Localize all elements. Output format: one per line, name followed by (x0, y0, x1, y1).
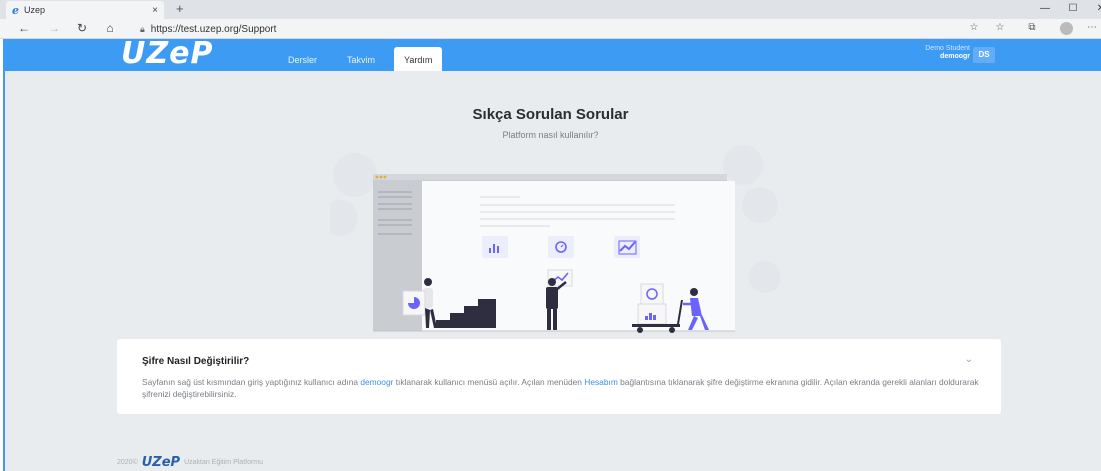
faq-link-username[interactable]: demoogr (360, 377, 393, 387)
tab-title: Uzep (24, 5, 46, 15)
home-icon[interactable]: ⌂ (100, 21, 120, 35)
refresh-icon[interactable]: ↻ (72, 21, 92, 35)
user-role: Demo Student (925, 45, 970, 52)
back-icon[interactable]: ← (14, 21, 34, 35)
nav-yardim[interactable]: Yardım (394, 47, 443, 71)
app-header: UZeP Dersler Takvim Yardım Demo Student … (5, 38, 1101, 71)
maximize-button[interactable]: ☐ (1058, 0, 1088, 19)
bg-blob-right-2 (742, 187, 778, 223)
uzep-logo[interactable]: UZeP (121, 38, 213, 70)
user-menu[interactable]: Demo Student demoogr (900, 45, 970, 60)
footer-logo: UZeP (141, 455, 181, 470)
minimize-button[interactable]: — (1030, 0, 1060, 19)
user-name[interactable]: demoogr (900, 53, 970, 60)
browser-titlebar: e Uzep × + — ☐ ✕ (0, 0, 1101, 19)
page-title: Sıkça Sorulan Sorular (472, 106, 629, 123)
page-subtitle: Platform nasıl kullanılır? (502, 130, 599, 140)
bg-blob-right-3 (749, 261, 780, 293)
footer-year: 2020© (117, 459, 138, 466)
collections-icon[interactable]: ⧉ (1024, 22, 1040, 33)
tab-close-icon[interactable]: × (152, 5, 158, 16)
bg-blob-right (723, 145, 763, 185)
footer-tagline: Uzaktan Eğitim Platformu (184, 459, 264, 466)
favorite-star-icon[interactable]: ☆ (966, 22, 982, 33)
avatar[interactable]: DS (973, 47, 995, 63)
new-tab-button[interactable]: + (176, 1, 184, 16)
faq-card[interactable]: Şifre Nasıl Değiştirilir? ⌄ Sayfanın sağ… (117, 339, 1001, 414)
bg-blob-left (333, 153, 377, 197)
bg-blob-left-2 (330, 200, 358, 236)
faq-question[interactable]: Şifre Nasıl Değiştirilir? (142, 356, 249, 367)
address-bar[interactable]: 🔒︎ https://test.uzep.org/Support (140, 21, 960, 37)
lock-icon: 🔒︎ (140, 23, 145, 34)
forward-icon[interactable]: → (44, 21, 64, 35)
nav-takvim[interactable]: Takvim (337, 47, 385, 71)
close-window-button[interactable]: ✕ (1086, 0, 1101, 19)
support-illustration (330, 145, 780, 333)
faq-link-account[interactable]: Hesabım (584, 377, 618, 387)
chevron-down-icon[interactable]: ⌄ (965, 354, 973, 365)
faq-answer-text-2: tıklanarak kullanıcı menüsü açılır. Açıl… (393, 377, 585, 387)
profile-icon[interactable] (1060, 22, 1073, 35)
browser-tab[interactable]: e Uzep × (6, 1, 164, 19)
faq-answer-text-1: Sayfanın sağ üst kısmından giriş yaptığı… (142, 377, 361, 387)
edge-icon: e (12, 3, 19, 17)
more-icon[interactable]: ⋯ (1084, 22, 1100, 33)
faq-answer: Sayfanın sağ üst kısmından giriş yaptığı… (142, 376, 982, 400)
footer: 2020© UZeP Uzaktan Eğitim Platformu (117, 455, 263, 470)
favorites-list-icon[interactable]: ☆ (992, 22, 1008, 33)
url-text: https://test.uzep.org/Support (150, 23, 277, 35)
nav-dersler[interactable]: Dersler (278, 47, 327, 71)
